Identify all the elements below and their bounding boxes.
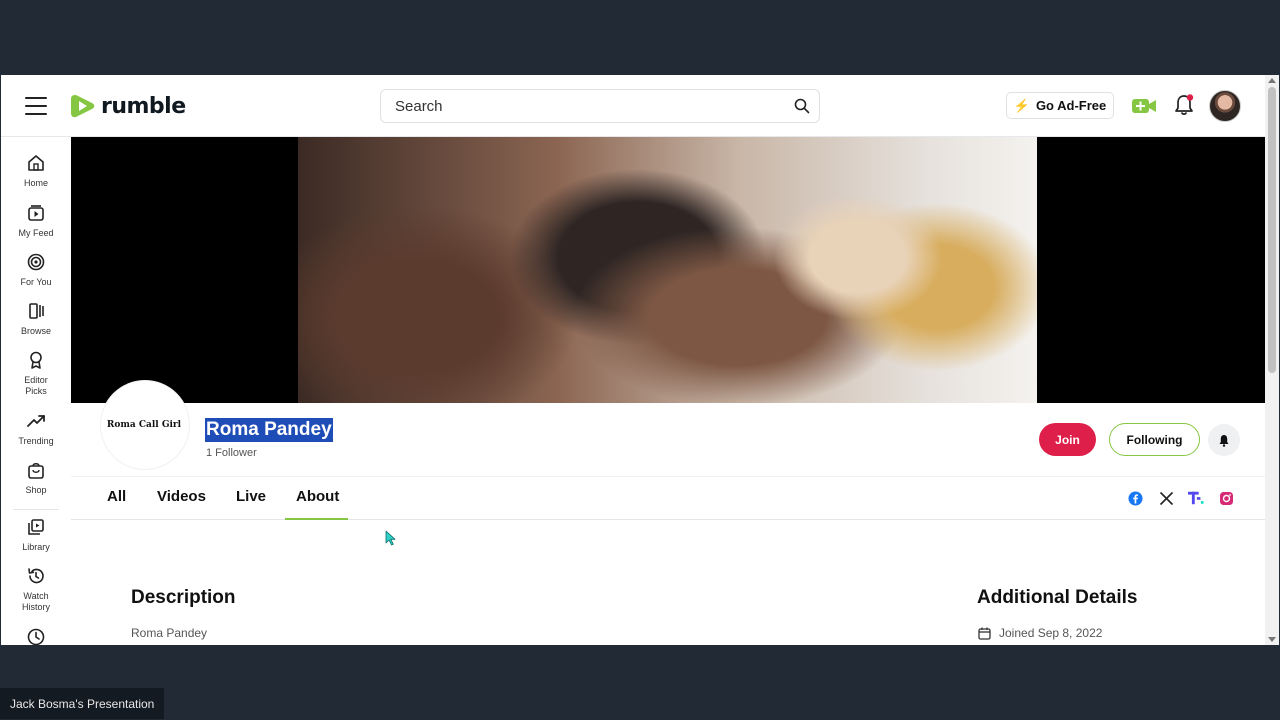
tab-about[interactable]: About <box>296 488 339 505</box>
notifications-bell-icon[interactable] <box>1173 93 1195 117</box>
sidebar-item-for-you[interactable]: For You <box>1 252 71 288</box>
sidebar-item-trending[interactable]: Trending <box>1 411 71 447</box>
sidebar-item-label: Editor Picks <box>24 375 48 396</box>
user-avatar[interactable] <box>1209 90 1241 122</box>
history-icon <box>28 568 44 584</box>
sidebar-item-label: Watch History <box>21 591 50 612</box>
joined-date-text: Joined Sep 8, 2022 <box>999 626 1103 640</box>
channel-name[interactable]: Roma Pandey <box>205 418 333 442</box>
channel-avatar[interactable]: Roma Call Girl <box>100 380 190 470</box>
rumble-logo[interactable]: rumble <box>69 90 186 122</box>
trending-icon <box>27 415 45 427</box>
description-text: Roma Pandey <box>131 626 208 640</box>
tab-videos[interactable]: Videos <box>157 488 206 505</box>
search-bar[interactable] <box>380 89 820 123</box>
truth-social-icon[interactable] <box>1188 490 1204 506</box>
sidebar: Home My Feed For You Browse Editor Picks… <box>1 137 71 645</box>
tab-live[interactable]: Live <box>236 488 266 505</box>
sidebar-item-editor-picks[interactable]: Editor Picks <box>1 350 71 397</box>
sidebar-item-label: Home <box>23 178 48 188</box>
sidebar-item-label: My Feed <box>18 228 54 238</box>
channel-banner <box>71 137 1265 403</box>
channel-avatar-text: Roma Call Girl <box>106 420 182 430</box>
sidebar-item-home[interactable]: Home <box>1 153 71 189</box>
search-input[interactable] <box>381 90 781 122</box>
active-tab-indicator <box>285 518 348 520</box>
home-icon <box>28 155 44 171</box>
calendar-icon <box>978 627 991 640</box>
scrollbar-thumb[interactable] <box>1268 87 1276 373</box>
join-button[interactable]: Join <box>1039 423 1096 456</box>
logo-text: rumble <box>101 93 186 119</box>
sidebar-item-label: Trending <box>18 436 54 446</box>
follower-count: 1 Follower <box>206 447 257 459</box>
go-ad-free-button[interactable]: ⚡ Go Ad-Free <box>1006 92 1114 119</box>
sidebar-item-my-feed[interactable]: My Feed <box>1 203 71 239</box>
target-icon <box>27 253 45 271</box>
search-icon[interactable] <box>793 97 811 115</box>
sidebar-item-library[interactable]: Library <box>1 517 71 553</box>
feed-icon <box>28 205 44 221</box>
sidebar-item-label: Library <box>22 542 50 552</box>
facebook-icon[interactable] <box>1127 490 1143 506</box>
sidebar-item-browse[interactable]: Browse <box>1 301 71 337</box>
sidebar-item-label: Shop <box>25 485 47 495</box>
description-heading: Description <box>131 587 236 608</box>
sidebar-item-shop[interactable]: Shop <box>1 460 71 496</box>
scroll-up-arrow-icon[interactable] <box>1268 78 1276 83</box>
mouse-cursor-icon <box>385 530 396 546</box>
upload-video-icon[interactable] <box>1131 95 1157 117</box>
banner-image <box>298 137 1037 403</box>
channel-tabs: All Videos Live About <box>71 478 1265 520</box>
browser-page: rumble ⚡ Go Ad-Free <box>1 75 1279 645</box>
sidebar-item-label: For You <box>20 277 52 287</box>
go-ad-free-label: Go Ad-Free <box>1035 98 1107 113</box>
divider <box>71 476 1265 477</box>
following-button[interactable]: Following <box>1109 423 1200 456</box>
page-scrollbar[interactable] <box>1265 75 1279 645</box>
sidebar-item-watch-later[interactable] <box>1 627 71 645</box>
clock-icon <box>27 628 45 645</box>
additional-details-heading: Additional Details <box>977 587 1138 608</box>
presenter-label: Jack Bosma's Presentation <box>0 688 165 719</box>
top-header: rumble ⚡ Go Ad-Free <box>1 75 1265 137</box>
bolt-icon: ⚡ <box>1013 97 1030 113</box>
browse-icon <box>29 303 44 319</box>
notification-toggle-button[interactable] <box>1208 424 1240 456</box>
instagram-icon[interactable] <box>1218 490 1234 506</box>
scroll-down-arrow-icon[interactable] <box>1268 637 1276 642</box>
x-icon[interactable] <box>1158 490 1174 506</box>
library-icon <box>28 519 44 535</box>
bell-icon <box>1219 434 1229 447</box>
sidebar-item-watch-history[interactable]: Watch History <box>1 566 71 613</box>
sidebar-divider <box>13 509 59 510</box>
menu-icon[interactable] <box>25 97 47 115</box>
award-icon <box>30 351 42 369</box>
shop-icon <box>28 462 44 479</box>
sidebar-item-label: Browse <box>20 326 51 336</box>
rumble-logo-icon <box>71 95 95 118</box>
tab-all[interactable]: All <box>107 488 126 505</box>
joined-date: Joined Sep 8, 2022 <box>978 626 1102 640</box>
